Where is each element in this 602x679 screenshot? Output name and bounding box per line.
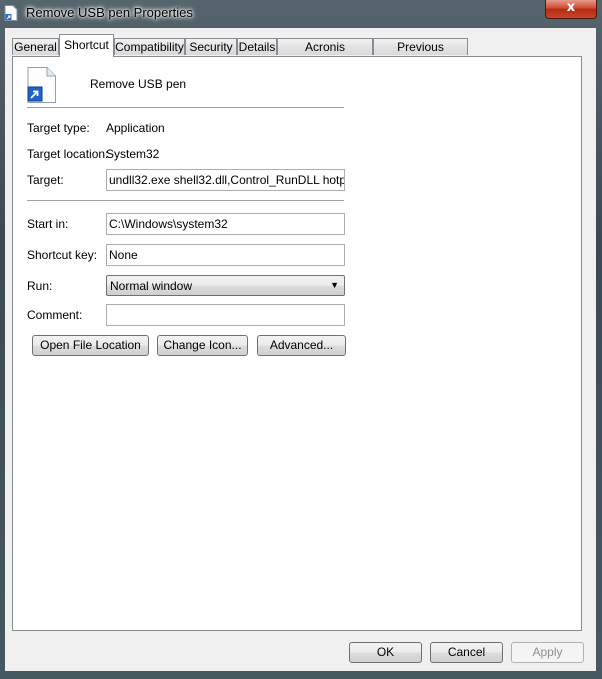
- shortcut-file-icon: [4, 5, 18, 21]
- tab-general[interactable]: General: [12, 38, 59, 55]
- shortcut-tab-panel: Remove USB pen Target type: Application …: [12, 56, 582, 631]
- tab-previous-versions[interactable]: Previous Versions: [373, 38, 468, 70]
- close-button[interactable]: x: [545, 0, 597, 19]
- tab-acronis-recovery[interactable]: Acronis Recovery: [277, 38, 373, 70]
- shortcut-file-icon: [27, 67, 56, 103]
- shortcut-key-field[interactable]: None: [106, 244, 345, 266]
- target-field[interactable]: undll32.exe shell32.dll,Control_RunDLL h…: [106, 169, 345, 191]
- run-selected-value: Normal window: [110, 279, 193, 293]
- target-label: Target:: [27, 173, 64, 187]
- window-title: Remove USB pen Properties: [26, 5, 193, 20]
- target-type-value: Application: [106, 121, 165, 135]
- divider: [27, 107, 344, 108]
- target-location-label: Target location:: [27, 147, 109, 161]
- comment-label: Comment:: [27, 308, 83, 322]
- start-in-field[interactable]: C:\Windows\system32: [106, 213, 345, 235]
- tab-security[interactable]: Security: [185, 38, 237, 55]
- change-icon-button[interactable]: Change Icon...: [157, 335, 248, 356]
- run-select[interactable]: Normal window ▼: [106, 275, 345, 296]
- tab-shortcut[interactable]: Shortcut: [59, 34, 114, 57]
- properties-window: Remove USB pen Properties x General Shor…: [0, 0, 602, 679]
- open-file-location-button[interactable]: Open File Location: [32, 335, 149, 356]
- divider: [27, 200, 344, 201]
- advanced-button[interactable]: Advanced...: [257, 335, 346, 356]
- target-location-value: System32: [106, 147, 160, 161]
- run-label: Run:: [27, 279, 53, 293]
- tab-details[interactable]: Details: [237, 38, 277, 55]
- shortcut-key-label: Shortcut key:: [27, 248, 98, 262]
- tab-compatibility[interactable]: Compatibility: [114, 38, 185, 55]
- cancel-button[interactable]: Cancel: [430, 642, 503, 663]
- dialog-client: General Shortcut Compatibility Security …: [5, 28, 596, 671]
- shortcut-name: Remove USB pen: [90, 77, 187, 91]
- chevron-down-icon: ▼: [330, 280, 339, 290]
- start-in-label: Start in:: [27, 217, 69, 231]
- title-bar[interactable]: Remove USB pen Properties x: [0, 0, 602, 26]
- target-type-label: Target type:: [27, 121, 90, 135]
- comment-field[interactable]: [106, 304, 345, 326]
- ok-button[interactable]: OK: [349, 642, 422, 663]
- apply-button[interactable]: Apply: [511, 642, 584, 663]
